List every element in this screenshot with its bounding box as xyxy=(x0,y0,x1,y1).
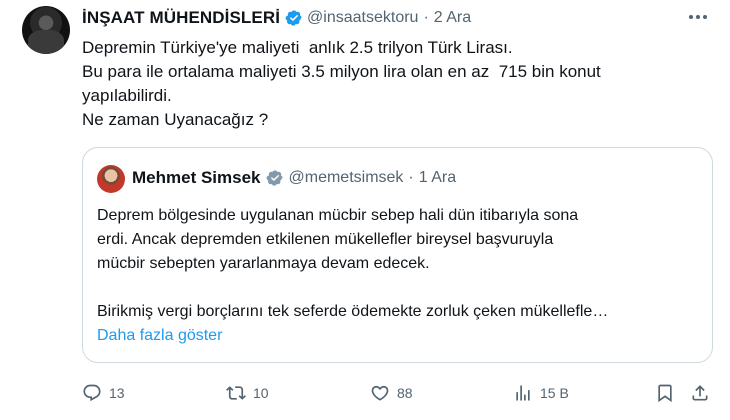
quoted-text-line: mücbir sebepten yararlanmaya devam edece… xyxy=(97,255,430,272)
tweet-date[interactable]: 2 Ara xyxy=(434,9,471,27)
tweet[interactable]: İNŞAAT MÜHENDİSLERİ @insaatsektoru · 2 A… xyxy=(0,0,730,420)
views-icon xyxy=(516,385,530,401)
author-avatar[interactable] xyxy=(22,6,70,54)
quoted-text-line: Deprem bölgesinde uygulanan mücbir sebep… xyxy=(97,207,579,224)
separator-dot: · xyxy=(408,169,414,186)
tweet-text-line: Ne zaman Uyanacağız ? xyxy=(82,110,269,129)
retweet-count: 10 xyxy=(253,385,269,401)
verified-badge-icon xyxy=(285,10,302,26)
tweet-text-line: yapılabilirdi. xyxy=(82,86,172,105)
like-count: 88 xyxy=(397,385,413,401)
like-button[interactable]: 88 xyxy=(370,381,413,405)
quoted-tweet-date: 1 Ara xyxy=(418,169,457,186)
quoted-tweet-text: Deprem bölgesinde uygulanan mücbir sebep… xyxy=(97,204,697,348)
tweet-text-line: Depremin Türkiye'ye maliyeti anlık 2.5 t… xyxy=(82,38,513,57)
action-bar: 13 10 88 15 B xyxy=(82,381,712,405)
bookmark-button[interactable] xyxy=(655,381,675,405)
reply-button[interactable]: 13 xyxy=(82,381,125,405)
quoted-author-handle: @memetsimsek xyxy=(288,169,404,186)
separator-dot: · xyxy=(423,9,429,26)
tweet-text: Depremin Türkiye'ye maliyeti anlık 2.5 t… xyxy=(82,36,712,132)
reply-icon xyxy=(83,384,101,402)
views-count: 15 B xyxy=(540,385,569,401)
verified-badge-icon xyxy=(266,170,283,186)
tweet-header: İNŞAAT MÜHENDİSLERİ @insaatsektoru · 2 A… xyxy=(82,7,471,29)
show-more-link[interactable]: Daha fazla göster xyxy=(97,324,697,348)
more-horizontal-icon xyxy=(689,15,693,19)
retweet-button[interactable]: 10 xyxy=(226,381,269,405)
author-handle[interactable]: @insaatsektoru xyxy=(307,9,418,27)
tweet-text-line: Bu para ile ortalama maliyeti 3.5 milyon… xyxy=(82,62,601,81)
quoted-tweet-header: Mehmet Simsek @memetsimsek · 1 Ara xyxy=(132,167,456,189)
quoted-author-name: Mehmet Simsek xyxy=(132,168,261,187)
views-button[interactable]: 15 B xyxy=(513,381,569,405)
author-name[interactable]: İNŞAAT MÜHENDİSLERİ xyxy=(82,8,280,28)
retweet-icon xyxy=(226,386,246,400)
share-button[interactable] xyxy=(690,381,710,405)
quoted-tweet[interactable]: Mehmet Simsek @memetsimsek · 1 Ara Depre… xyxy=(82,147,713,363)
quoted-text-line: Birikmiş vergi borçlarını tek seferde öd… xyxy=(97,303,609,320)
reply-count: 13 xyxy=(109,385,125,401)
heart-icon xyxy=(371,385,389,401)
quoted-text-line: erdi. Ancak depremden etkilenen mükellef… xyxy=(97,231,554,248)
share-icon xyxy=(692,385,708,401)
bookmark-icon xyxy=(658,384,672,403)
more-options-button[interactable] xyxy=(686,7,710,27)
quoted-author-avatar xyxy=(97,165,125,193)
